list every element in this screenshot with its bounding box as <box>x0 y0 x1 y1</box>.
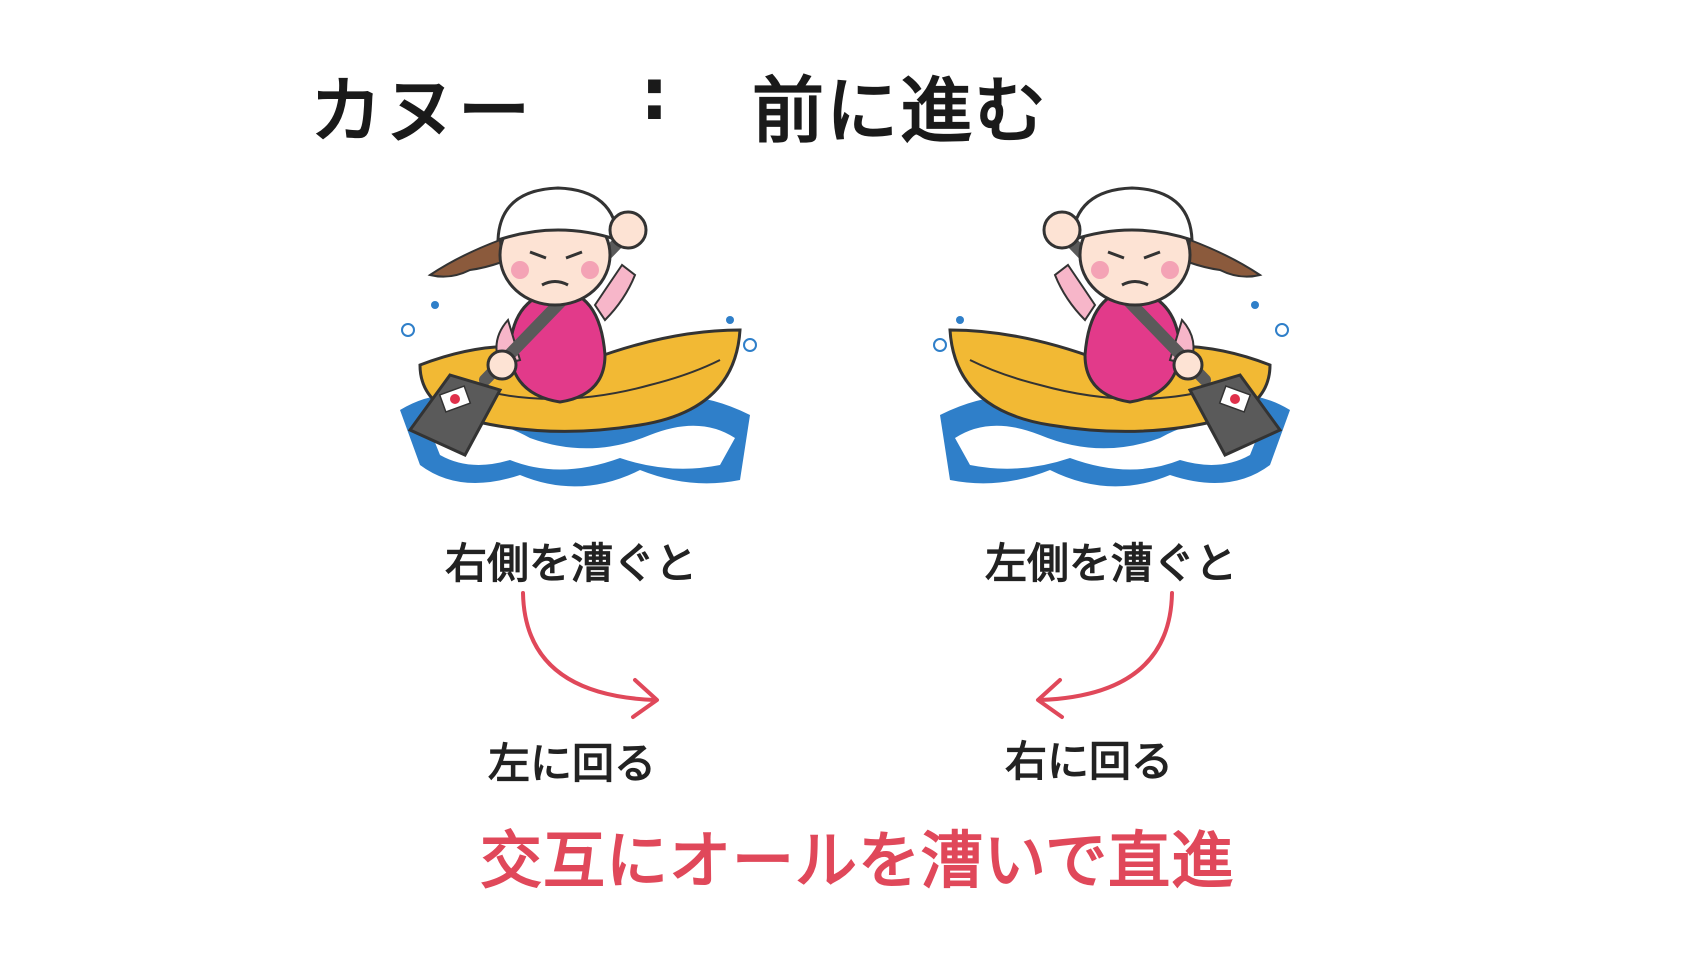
canoeist-illustration-left <box>400 186 757 487</box>
summary-caption: 交互にオールを漕いで直進 <box>480 824 1235 897</box>
left-turn-label: 左に回る <box>488 739 657 788</box>
canoeist-illustration-right <box>933 186 1290 487</box>
title-colon: : <box>640 52 671 136</box>
curved-arrow-right-icon <box>521 591 659 719</box>
curved-arrow-left-icon <box>1036 591 1174 719</box>
left-stroke-label: 右側を漕ぐと <box>445 539 698 588</box>
title-action: 前に進む <box>752 69 1049 153</box>
title-subject: カヌー <box>310 69 533 153</box>
right-turn-label: 右に回る <box>1005 737 1174 786</box>
right-stroke-label: 左側を漕ぐと <box>985 539 1238 588</box>
